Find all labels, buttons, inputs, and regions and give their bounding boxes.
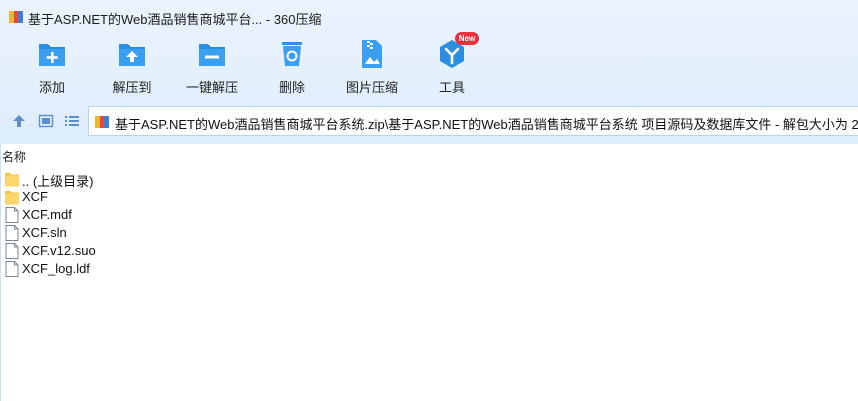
delete-button[interactable]: 删除 (252, 38, 332, 98)
title-bar: 基于ASP.NET的Web酒品销售商城平台... - 360压缩 (0, 0, 858, 34)
list-item-name: XCF.v12.suo (22, 243, 96, 258)
one-click-extract-icon (199, 44, 225, 66)
tools-button[interactable]: 工具 (412, 38, 492, 98)
list-item-folder[interactable]: XCF (5, 188, 205, 206)
delete-icon (282, 42, 302, 66)
address-path: 基于ASP.NET的Web酒品销售商城平台系统.zip\基于ASP.NET的We… (115, 117, 858, 132)
list-item-file[interactable]: XCF.sln (5, 224, 205, 242)
list-item-parent-directory[interactable]: .. (上级目录) (5, 170, 205, 189)
delete-label: 删除 (278, 80, 305, 95)
zip-file-icon (95, 116, 109, 128)
archive-app-icon (9, 11, 23, 23)
tools-label: 工具 (438, 80, 465, 95)
extract-to-button[interactable]: 解压到 (92, 38, 172, 98)
file-icon (5, 207, 19, 223)
new-badge: New (455, 32, 479, 45)
add-button-label: 添加 (38, 80, 65, 95)
list-item-name: XCF (22, 189, 48, 204)
file-icon (5, 261, 19, 277)
top-panel: 基于ASP.NET的Web酒品销售商城平台... - 360压缩 添加 解压到 … (0, 0, 858, 144)
folder-icon (5, 191, 19, 205)
address-bar[interactable]: 基于ASP.NET的Web酒品销售商城平台系统.zip\基于ASP.NET的We… (88, 106, 858, 136)
one-click-extract-label: 一键解压 (185, 80, 238, 95)
list-item-file[interactable]: XCF_log.ldf (5, 260, 205, 278)
extract-to-icon (119, 44, 145, 66)
window-title: 基于ASP.NET的Web酒品销售商城平台... - 360压缩 (28, 12, 322, 27)
one-click-extract-button[interactable]: 一键解压 (172, 38, 252, 98)
image-compress-label: 图片压缩 (345, 80, 398, 95)
add-button[interactable]: 添加 (12, 38, 92, 98)
list-item-file[interactable]: XCF.v12.suo (5, 242, 205, 260)
file-icon (5, 243, 19, 259)
column-header-name[interactable]: 名称 (2, 148, 26, 165)
thumbnail-view-icon[interactable] (38, 113, 54, 129)
list-item-name: XCF.mdf (22, 207, 72, 222)
file-icon (5, 225, 19, 241)
list-item-name: XCF_log.ldf (22, 261, 90, 276)
file-list: 名称 .. (上级目录) XCF XCF.mdf XCF.sln XCF.v12… (0, 144, 858, 401)
list-item-name: XCF.sln (22, 225, 67, 240)
folder-icon (5, 173, 19, 187)
image-compress-button[interactable]: 图片压缩 (332, 38, 412, 98)
extract-to-label: 解压到 (112, 80, 152, 95)
up-arrow-icon[interactable] (11, 113, 27, 129)
add-icon (39, 44, 65, 66)
list-view-icon[interactable] (64, 113, 80, 129)
list-item-file[interactable]: XCF.mdf (5, 206, 205, 224)
image-compress-icon (362, 40, 382, 68)
